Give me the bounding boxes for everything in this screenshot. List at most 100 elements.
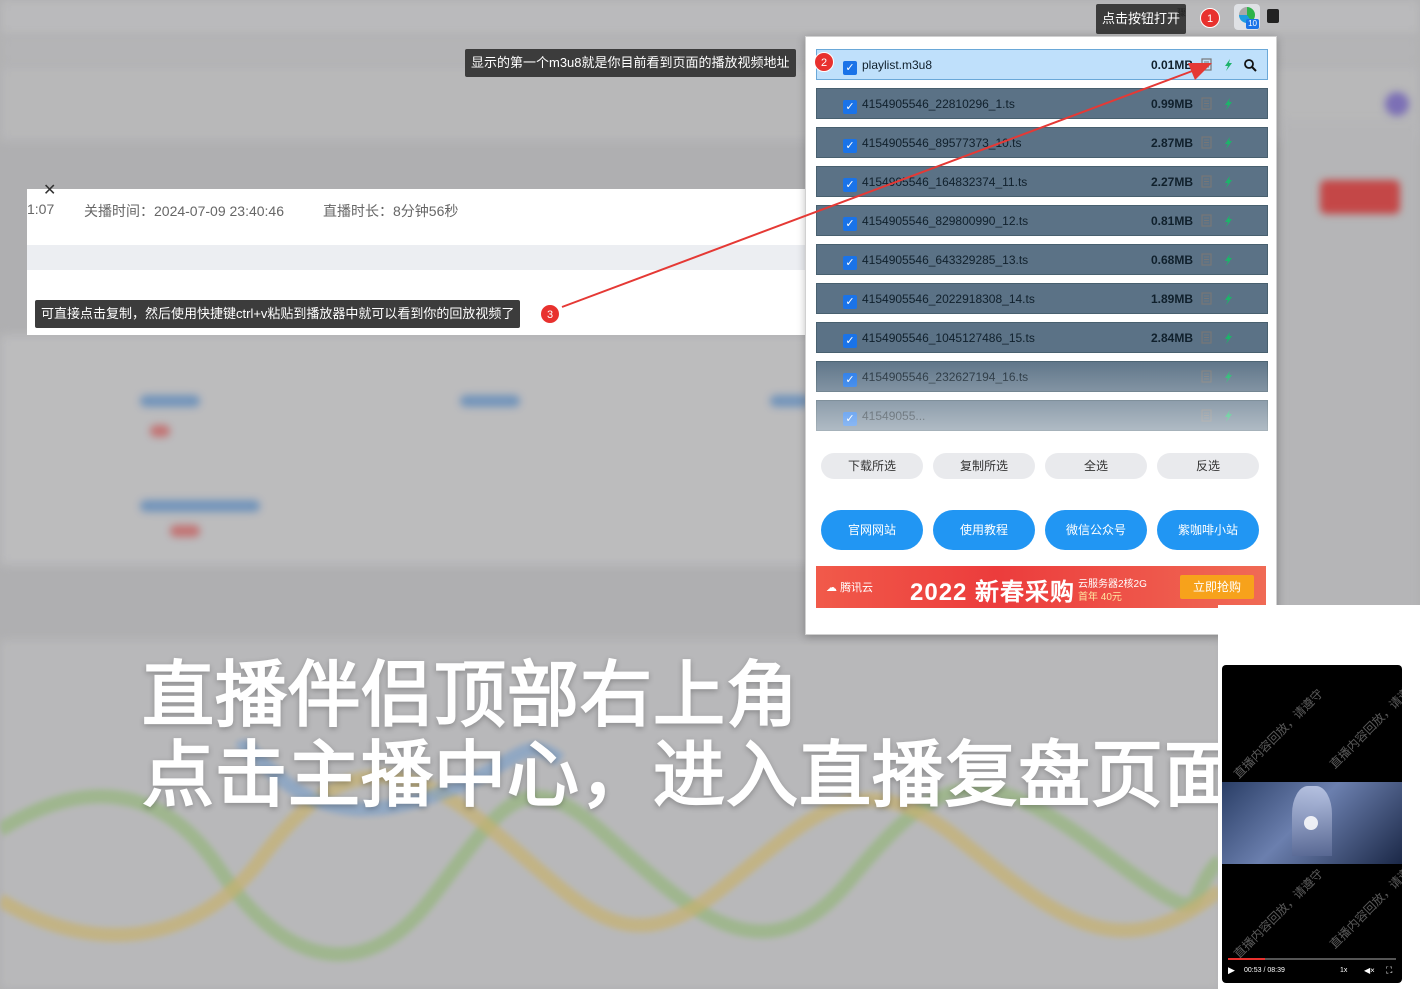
file-size: 1.89MB (1150, 291, 1193, 306)
download-icon[interactable] (1219, 95, 1237, 113)
ad-brand: ☁ 腾讯云 (826, 582, 874, 594)
step-badge-1: 1 (1200, 8, 1220, 28)
speed-button[interactable]: 1x (1340, 967, 1347, 974)
file-name: 4154905546_2022918308_14.ts (862, 291, 1035, 306)
download-icon[interactable] (1219, 56, 1237, 74)
video-watermark: 直播内容回放，请遵守 (1326, 676, 1402, 772)
file-checkbox[interactable]: ✓ (843, 177, 857, 192)
copy-icon[interactable] (1197, 134, 1215, 152)
file-size: 0.68MB (1150, 252, 1193, 267)
video-progress-bar[interactable] (1228, 958, 1396, 960)
file-row-ts[interactable]: ✓ 4154905546_829800990_12.ts 0.81MB (816, 205, 1268, 236)
copy-icon[interactable] (1197, 329, 1215, 347)
video-time: 00:53 / 08:39 (1244, 967, 1285, 974)
coffee-site-button[interactable]: 紫咖啡小站 (1157, 510, 1259, 550)
fullscreen-icon[interactable]: ⛶ (1386, 965, 1392, 976)
select-all-button[interactable]: 全选 (1045, 453, 1147, 479)
video-controls: ▶ 00:53 / 08:39 1x ◀× ⛶ (1222, 964, 1402, 980)
copy-icon[interactable] (1197, 95, 1215, 113)
file-name: 4154905546_829800990_12.ts (862, 213, 1029, 228)
file-size: 0.01MB (1150, 57, 1193, 72)
file-row-ts[interactable]: ✓ 41549055... (816, 400, 1268, 431)
caption-line-2: 点击主播中心，进入直播复盘页面 (142, 736, 1238, 816)
file-size: 0.81MB (1150, 213, 1193, 228)
extensions-puzzle-icon[interactable] (1267, 9, 1279, 23)
copy-icon[interactable] (1197, 368, 1215, 386)
file-row-ts[interactable]: ✓ 4154905546_643329285_13.ts 0.68MB (816, 244, 1268, 275)
m3u8-extension-popup: ✓ playlist.m3u8 0.01MB ✓ 4154905546_22810296… (805, 36, 1277, 635)
file-checkbox[interactable]: ✓ (843, 216, 857, 231)
toolbar-tiny-text: 骤 (1177, 8, 1187, 18)
close-icon[interactable]: ✕ (43, 180, 56, 200)
step-badge-3: 3 (540, 304, 560, 324)
m3u8-extension-icon[interactable]: 10 (1234, 4, 1260, 30)
file-name: 4154905546_89577373_10.ts (862, 135, 1022, 150)
extension-count-badge: 10 (1246, 19, 1259, 29)
file-row-m3u8[interactable]: ✓ playlist.m3u8 0.01MB (816, 49, 1268, 80)
file-name: 4154905546_22810296_1.ts (862, 96, 1015, 111)
copy-icon[interactable] (1197, 212, 1215, 230)
play-icon[interactable]: ▶ (1228, 965, 1235, 976)
file-checkbox[interactable]: ✓ (843, 255, 857, 270)
video-watermark: 直播内容回放，请遵守 (1326, 856, 1402, 952)
file-row-ts[interactable]: ✓ 4154905546_22810296_1.ts 0.99MB (816, 88, 1268, 119)
file-row-ts[interactable]: ✓ 4154905546_164832374_11.ts 2.27MB (816, 166, 1268, 197)
download-icon[interactable] (1219, 368, 1237, 386)
file-row-ts[interactable]: ✓ 4154905546_1045127486_15.ts 2.84MB (816, 322, 1268, 353)
file-row-ts[interactable]: ✓ 4154905546_232627194_16.ts (816, 361, 1268, 392)
video-preview-area: 直播内容回放，请遵守 直播内容回放，请遵守 直播内容回放，请遵守 直播内容回放，… (1218, 605, 1420, 989)
file-size: 2.27MB (1150, 174, 1193, 189)
row-spacer (1241, 290, 1259, 308)
step-badge-2: 2 (814, 52, 834, 72)
file-row-ts[interactable]: ✓ 4154905546_89577373_10.ts 2.87MB (816, 127, 1268, 158)
invert-selection-button[interactable]: 反选 (1157, 453, 1259, 479)
official-site-button[interactable]: 官网网站 (821, 510, 923, 550)
copy-icon[interactable] (1197, 56, 1215, 74)
file-row-ts[interactable]: ✓ 4154905546_2022918308_14.ts 1.89MB (816, 283, 1268, 314)
download-icon[interactable] (1219, 407, 1237, 425)
wechat-account-button[interactable]: 微信公众号 (1045, 510, 1147, 550)
row-spacer (1241, 173, 1259, 191)
file-checkbox[interactable]: ✓ (843, 138, 857, 153)
video-watermark: 直播内容回放，请遵守 (1230, 686, 1326, 782)
copy-icon[interactable] (1197, 290, 1215, 308)
file-name: 4154905546_164832374_11.ts (862, 174, 1028, 189)
copy-icon[interactable] (1197, 173, 1215, 191)
replay-video-player[interactable]: 直播内容回放，请遵守 直播内容回放，请遵守 直播内容回放，请遵守 直播内容回放，… (1222, 665, 1402, 983)
file-size: 2.84MB (1150, 330, 1193, 345)
time-fragment: 1:07 (27, 201, 55, 217)
play-overlay-icon[interactable] (1304, 816, 1318, 830)
download-icon[interactable] (1219, 290, 1237, 308)
file-name: 4154905546_232627194_16.ts (862, 369, 1029, 384)
file-checkbox[interactable]: ✓ (843, 372, 857, 387)
mute-icon[interactable]: ◀× (1364, 966, 1375, 975)
copy-icon[interactable] (1197, 251, 1215, 269)
download-icon[interactable] (1219, 173, 1237, 191)
file-checkbox[interactable]: ✓ (843, 99, 857, 114)
ad-buy-now-button[interactable]: 立即抢购 (1180, 575, 1254, 599)
tutorial-button[interactable]: 使用教程 (933, 510, 1035, 550)
copy-selected-button[interactable]: 复制所选 (933, 453, 1035, 479)
copy-icon[interactable] (1197, 407, 1215, 425)
file-checkbox[interactable]: ✓ (843, 294, 857, 309)
file-size: 2.87MB (1150, 135, 1193, 150)
video-progress-fill (1228, 958, 1265, 960)
file-checkbox[interactable]: ✓ (843, 333, 857, 348)
row-spacer (1241, 95, 1259, 113)
download-icon[interactable] (1219, 251, 1237, 269)
tencent-cloud-ad-banner[interactable]: ☁ 腾讯云 2022 新春采购 云服务器2核2G 首年 40元 立即抢购 (816, 566, 1266, 608)
download-icon[interactable] (1219, 212, 1237, 230)
step3-tooltip: 可直接点击复制，然后使用快捷键ctrl+v粘贴到播放器中就可以看到你的回放视频了 (35, 300, 521, 328)
file-size: 0.99MB (1150, 96, 1193, 111)
file-checkbox[interactable]: ✓ (843, 60, 857, 75)
download-selected-button[interactable]: 下载所选 (821, 453, 923, 479)
step2-tooltip: 显示的第一个m3u8就是你目前看到页面的播放视频地址 (465, 49, 796, 77)
row-spacer (1241, 134, 1259, 152)
search-icon[interactable] (1241, 56, 1259, 74)
open-button-tooltip: 点击按钮打开 (1096, 4, 1187, 34)
file-checkbox[interactable]: ✓ (843, 411, 857, 426)
row-spacer (1241, 368, 1259, 386)
download-icon[interactable] (1219, 134, 1237, 152)
ad-title: 2022 新春采购 (910, 579, 1076, 606)
download-icon[interactable] (1219, 329, 1237, 347)
